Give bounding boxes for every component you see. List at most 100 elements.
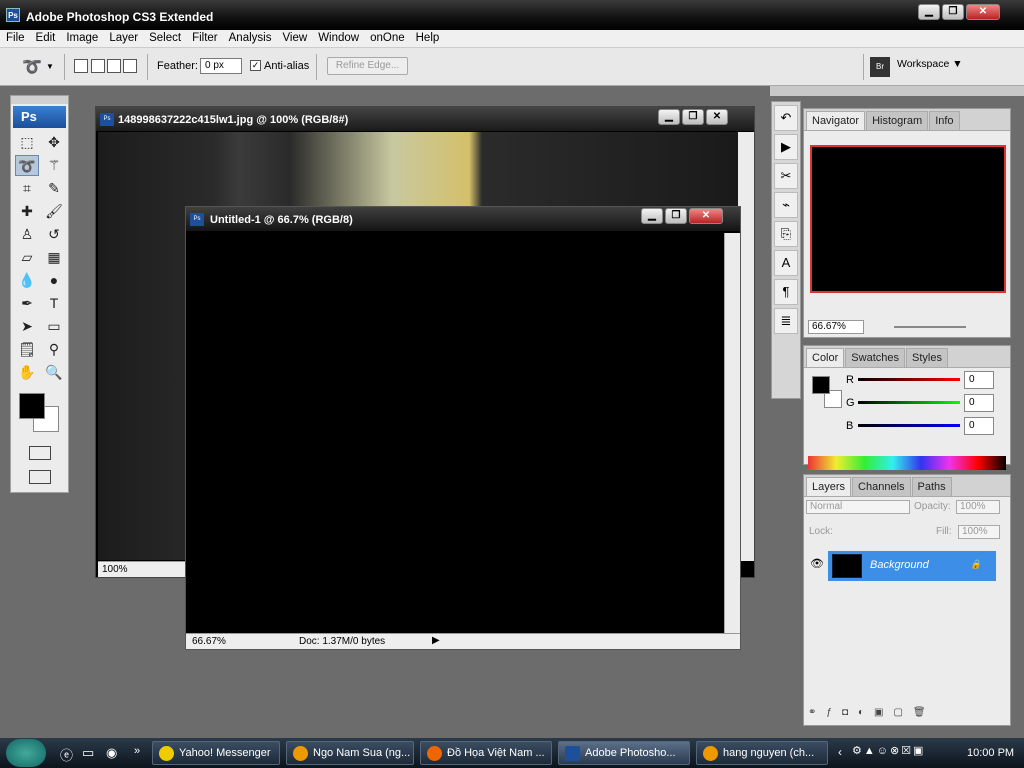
menu-select[interactable]: Select <box>143 30 186 47</box>
start-button[interactable] <box>6 739 46 767</box>
feather-input[interactable]: 0 px <box>200 58 242 74</box>
b-slider[interactable] <box>858 424 960 427</box>
menu-image[interactable]: Image <box>60 30 103 47</box>
history-brush-icon[interactable]: ↺ <box>42 224 66 245</box>
tab-channels[interactable]: Channels <box>852 477 911 496</box>
tab-navigator[interactable]: Navigator <box>806 111 866 130</box>
tray-icons[interactable]: ⚙▲☺⊗☒▣ <box>852 744 925 757</box>
document-window-untitled[interactable]: Ps Untitled-1 @ 66.7% (RGB/8) ▁ ❐ ✕ 66.6… <box>185 206 741 650</box>
blur-icon[interactable]: 💧 <box>15 270 39 291</box>
marquee-icon[interactable]: ⬚ <box>15 132 39 153</box>
navigator-preview[interactable] <box>810 145 1006 293</box>
restore-button[interactable]: ❐ <box>682 109 704 125</box>
more-icon[interactable]: » <box>134 745 140 757</box>
lasso-icon[interactable]: ➰ <box>22 57 42 77</box>
zoom-slider[interactable] <box>894 326 966 328</box>
dodge-icon[interactable]: ● <box>42 270 66 291</box>
tool-presets-icon[interactable]: ✂ <box>774 163 798 189</box>
notes-icon[interactable]: 🗒 <box>15 339 39 360</box>
blend-mode-select[interactable]: Normal <box>806 500 910 514</box>
taskbar-item[interactable]: Adobe Photosho... <box>558 741 690 765</box>
chevron-left-icon[interactable]: ‹ <box>838 745 842 759</box>
minimize-button[interactable]: ▁ <box>918 4 940 20</box>
play-icon[interactable]: ▶ <box>432 635 440 646</box>
tab-swatches[interactable]: Swatches <box>845 348 905 367</box>
close-button[interactable]: ✕ <box>966 4 1000 20</box>
eyedropper-icon[interactable]: ✎ <box>42 178 66 199</box>
shape-icon[interactable]: ▭ <box>42 316 66 337</box>
menu-analysis[interactable]: Analysis <box>223 30 277 47</box>
navigator-zoom-field[interactable]: 66.67% <box>808 320 864 334</box>
menu-filter[interactable]: Filter <box>186 30 223 47</box>
opacity-field[interactable]: 100% <box>956 500 1000 514</box>
tab-styles[interactable]: Styles <box>906 348 948 367</box>
bridge-icon[interactable]: Br <box>870 57 890 77</box>
menu-onone[interactable]: onOne <box>364 30 410 47</box>
eyedropper2-icon[interactable]: ⚲ <box>42 339 66 360</box>
foreground-color-swatch[interactable] <box>19 393 45 419</box>
brush-icon[interactable]: 🖌 <box>42 201 66 222</box>
layer-actions-bar[interactable]: ⚭ƒ◘◐▣▢🗑 <box>808 707 936 718</box>
taskbar-item[interactable]: Ngo Nam Sua (ng... <box>286 741 414 765</box>
tab-color[interactable]: Color <box>806 348 845 367</box>
menu-view[interactable]: View <box>276 30 312 47</box>
tab-histogram[interactable]: Histogram <box>866 111 929 130</box>
workspace-button[interactable]: Workspace ▼ <box>897 58 963 70</box>
magic-wand-icon[interactable]: ⚚ <box>42 155 66 176</box>
taskbar-item[interactable]: Đồ Họa Việt Nam ... <box>420 741 552 765</box>
ie-icon[interactable]: ⓔ <box>60 745 73 764</box>
fg-color-chip[interactable] <box>812 376 830 394</box>
new-selection-icon[interactable] <box>74 59 88 73</box>
menu-edit[interactable]: Edit <box>30 30 61 47</box>
history-icon[interactable]: ↶ <box>774 105 798 131</box>
stamp-icon[interactable]: ♙ <box>15 224 39 245</box>
desktop-icon[interactable]: ▭ <box>82 745 94 761</box>
intersect-selection-icon[interactable] <box>123 59 137 73</box>
menu-help[interactable]: Help <box>410 30 445 47</box>
gradient-icon[interactable]: ▦ <box>42 247 66 268</box>
r-slider[interactable] <box>858 378 960 381</box>
crop-icon[interactable]: ⌗ <box>15 178 39 199</box>
fill-field[interactable]: 100% <box>958 525 1000 539</box>
type-icon[interactable]: T <box>42 293 66 314</box>
layer-comps-icon[interactable]: ≣ <box>774 308 798 334</box>
restore-button[interactable]: ❐ <box>942 4 964 20</box>
zoom-icon[interactable]: 🔍 <box>42 362 66 383</box>
chevron-down-icon[interactable]: ▼ <box>46 62 54 71</box>
menu-file[interactable]: File <box>0 30 30 47</box>
firefox-icon[interactable]: ◉ <box>106 745 117 761</box>
eye-icon[interactable]: 👁 <box>810 557 824 570</box>
g-slider[interactable] <box>858 401 960 404</box>
pen-icon[interactable]: ✒ <box>15 293 39 314</box>
quick-mask-icon[interactable] <box>29 446 51 460</box>
antialias-checkbox[interactable]: ✓ <box>250 60 261 71</box>
clone-source-icon[interactable]: ⎘ <box>774 221 798 247</box>
color-spectrum[interactable] <box>808 456 1006 470</box>
close-button[interactable]: ✕ <box>706 109 728 125</box>
screen-mode-icon[interactable] <box>29 470 51 484</box>
zoom-field[interactable]: 100% <box>98 561 188 577</box>
vertical-scrollbar[interactable] <box>724 233 740 635</box>
character-icon[interactable]: A <box>774 250 798 276</box>
move-icon[interactable]: ✥ <box>42 132 66 153</box>
menu-layer[interactable]: Layer <box>103 30 143 47</box>
brushes-icon[interactable]: ⌁ <box>774 192 798 218</box>
b-value[interactable]: 0 <box>964 417 994 435</box>
minimize-button[interactable]: ▁ <box>641 208 663 224</box>
path-select-icon[interactable]: ➤ <box>15 316 39 337</box>
paragraph-icon[interactable]: ¶ <box>774 279 798 305</box>
zoom-field[interactable]: 66.67% <box>192 636 226 647</box>
tab-paths[interactable]: Paths <box>911 477 952 496</box>
g-value[interactable]: 0 <box>964 394 994 412</box>
taskbar-item[interactable]: hang nguyen (ch... <box>696 741 828 765</box>
layer-row-background[interactable]: Background 🔒 <box>828 551 996 581</box>
actions-icon[interactable]: ▶ <box>774 134 798 160</box>
lasso-icon[interactable]: ➰ <box>15 155 39 176</box>
hand-icon[interactable]: ✋ <box>15 362 39 383</box>
subtract-selection-icon[interactable] <box>107 59 121 73</box>
refine-edge-button[interactable]: Refine Edge... <box>327 57 408 75</box>
taskbar-item[interactable]: Yahoo! Messenger <box>152 741 280 765</box>
restore-button[interactable]: ❐ <box>665 208 687 224</box>
add-selection-icon[interactable] <box>91 59 105 73</box>
r-value[interactable]: 0 <box>964 371 994 389</box>
